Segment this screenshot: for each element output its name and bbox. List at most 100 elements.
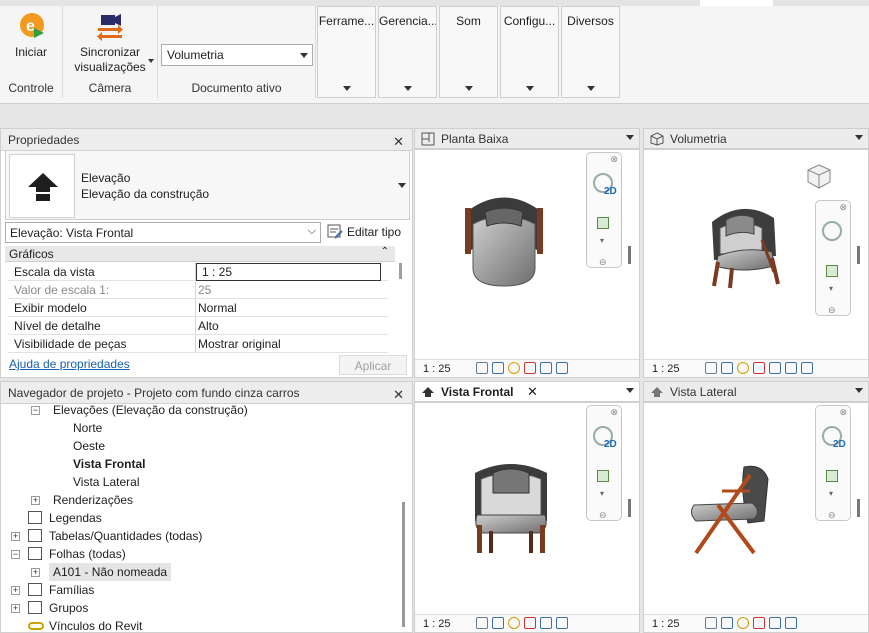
section-graficos[interactable]: Gráficos ⌃ [5, 246, 395, 262]
tree-item-a101[interactable]: A101 - Não nomeada [53, 565, 167, 579]
nav-options-icon[interactable]: ⊖ [599, 257, 607, 268]
chevron-down-icon[interactable]: ▾ [600, 236, 604, 245]
ribbon-active-tab[interactable] [700, 0, 773, 6]
close-icon[interactable]: ✕ [393, 387, 404, 403]
instance-selector[interactable]: Elevação: Vista Frontal ⌵ [5, 222, 321, 243]
tree-item-renderizacoes[interactable]: Renderizações [53, 493, 133, 507]
expand-icon[interactable]: + [11, 532, 20, 541]
shadows-icon[interactable] [753, 617, 766, 629]
zoom-icon[interactable] [597, 217, 609, 229]
detail-level-icon[interactable] [705, 362, 718, 374]
shadows-icon[interactable] [524, 362, 537, 374]
view-menu-icon[interactable] [626, 388, 634, 393]
type-selector[interactable]: Elevação Elevação da construção [5, 150, 410, 220]
ajuda-propriedades-link[interactable]: Ajuda de propriedades [9, 357, 130, 371]
detail-level-icon[interactable] [476, 362, 489, 374]
expand-icon[interactable]: + [31, 496, 40, 505]
viewcube-icon[interactable] [802, 162, 836, 192]
crop-view-icon[interactable] [769, 617, 782, 629]
crop-view-icon[interactable] [540, 362, 553, 374]
crop-view-icon[interactable] [785, 362, 798, 374]
tab-volumetria[interactable]: Volumetria [643, 128, 869, 149]
stub-som[interactable]: Som [439, 6, 498, 98]
tree-item-tabelas[interactable]: Tabelas/Quantidades (todas) [49, 529, 202, 543]
nav-options-icon[interactable]: ⊖ [828, 510, 836, 521]
view-scrollbar[interactable] [857, 499, 860, 517]
prop-exibir-modelo[interactable]: Exibir modelo Normal [8, 299, 388, 317]
documento-ativo-select[interactable]: Volumetria [161, 44, 313, 66]
iniciar-button[interactable]: e [18, 12, 46, 40]
expand-icon[interactable]: + [11, 586, 20, 595]
view-vista-lateral[interactable]: ⊗ 2D ▾ ⊖ 1 : 25 [643, 402, 869, 633]
zoom-icon[interactable] [597, 470, 609, 482]
view-scrollbar[interactable] [628, 499, 631, 517]
chevron-down-icon[interactable]: ▾ [829, 489, 833, 498]
aplicar-button[interactable]: Aplicar [339, 355, 407, 375]
tree-item-vista-frontal[interactable]: Vista Frontal [73, 457, 145, 471]
show-crop-icon[interactable] [556, 617, 569, 629]
close-icon[interactable]: ⊗ [839, 202, 847, 213]
show-crop-icon[interactable] [556, 362, 569, 374]
tree-item-familias[interactable]: Famílias [49, 583, 94, 597]
edit-type-button[interactable]: Editar tipo [327, 222, 411, 243]
stub-configuracoes[interactable]: Configu... [500, 6, 559, 98]
nav-options-icon[interactable]: ⊖ [599, 510, 607, 521]
prop-nivel-de-detalhe[interactable]: Nível de detalhe Alto [8, 317, 388, 335]
visual-style-icon[interactable] [492, 617, 505, 629]
crop-view-icon[interactable] [540, 617, 553, 629]
view-menu-icon[interactable] [855, 388, 863, 393]
shadows-icon[interactable] [753, 362, 766, 374]
navigation-bar[interactable]: ⊗ 2D ▾ ⊖ [586, 152, 622, 268]
stub-ferramentas[interactable]: Ferrame... [317, 6, 376, 98]
navigation-bar[interactable]: ⊗ 2D ▾ ⊖ [815, 405, 851, 521]
show-crop-icon[interactable] [785, 617, 798, 629]
view-menu-icon[interactable] [626, 135, 634, 140]
view-scale[interactable]: 1 : 25 [652, 363, 702, 375]
tree-item-oeste[interactable]: Oeste [73, 439, 105, 453]
tree-item-norte[interactable]: Norte [73, 421, 102, 435]
navigation-bar[interactable]: ⊗ ▾ ⊖ [815, 200, 851, 316]
navigation-bar[interactable]: ⊗ 2D ▾ ⊖ [586, 405, 622, 521]
detail-level-icon[interactable] [705, 617, 718, 629]
close-icon[interactable]: ⊗ [610, 407, 618, 418]
detail-level-icon[interactable] [476, 617, 489, 629]
view-scrollbar[interactable] [857, 246, 860, 264]
tree-item-grupos[interactable]: Grupos [49, 601, 88, 615]
tab-planta-baixa[interactable]: Planta Baixa [414, 128, 640, 149]
collapse-icon[interactable]: − [11, 550, 20, 559]
sun-path-icon[interactable] [737, 617, 750, 629]
zoom-icon[interactable] [826, 470, 838, 482]
visual-style-icon[interactable] [721, 617, 734, 629]
tab-vista-lateral[interactable]: Vista Lateral [643, 381, 869, 402]
close-icon[interactable]: ⊗ [839, 407, 847, 418]
tab-vista-frontal[interactable]: Vista Frontal ✕ [414, 381, 640, 402]
expand-icon[interactable]: + [31, 568, 40, 577]
zoom-icon[interactable] [826, 265, 838, 277]
view-scale[interactable]: 1 : 25 [423, 618, 473, 630]
tree-item-vinculos[interactable]: Vínculos do Revit [49, 619, 142, 633]
view-menu-icon[interactable] [855, 135, 863, 140]
shadows-icon[interactable] [524, 617, 537, 629]
chevron-down-icon[interactable] [148, 59, 154, 63]
close-icon[interactable]: ✕ [393, 134, 404, 150]
view-planta-baixa[interactable]: ⊗ 2D ▾ ⊖ 1 : 25 [414, 149, 640, 378]
properties-scrollbar[interactable] [399, 263, 402, 279]
collapse-icon[interactable]: ⌃ [381, 246, 389, 257]
sun-path-icon[interactable] [737, 362, 750, 374]
close-icon[interactable]: ✕ [527, 384, 538, 400]
prop-visibilidade-de-pecas[interactable]: Visibilidade de peças Mostrar original [8, 335, 388, 353]
tree-item-folhas[interactable]: Folhas (todas) [49, 547, 126, 561]
view-volumetria[interactable]: ⊗ ▾ ⊖ 1 : 25 [643, 149, 869, 378]
visual-style-icon[interactable] [721, 362, 734, 374]
expand-icon[interactable]: + [11, 604, 20, 613]
stub-gerenciar[interactable]: Gerencia... [378, 6, 437, 98]
show-crop-icon[interactable] [801, 362, 814, 374]
browser-scrollbar[interactable] [402, 502, 405, 627]
sincronizar-button[interactable] [95, 12, 125, 42]
sun-path-icon[interactable] [508, 617, 521, 629]
chevron-down-icon[interactable]: ▾ [600, 489, 604, 498]
view-vista-frontal[interactable]: ⊗ 2D ▾ ⊖ 1 : 25 [414, 402, 640, 633]
view-scrollbar[interactable] [628, 246, 631, 264]
tree-item-legendas[interactable]: Legendas [49, 511, 102, 525]
tree-item-elevacoes[interactable]: Elevações (Elevação da construção) [53, 403, 248, 417]
